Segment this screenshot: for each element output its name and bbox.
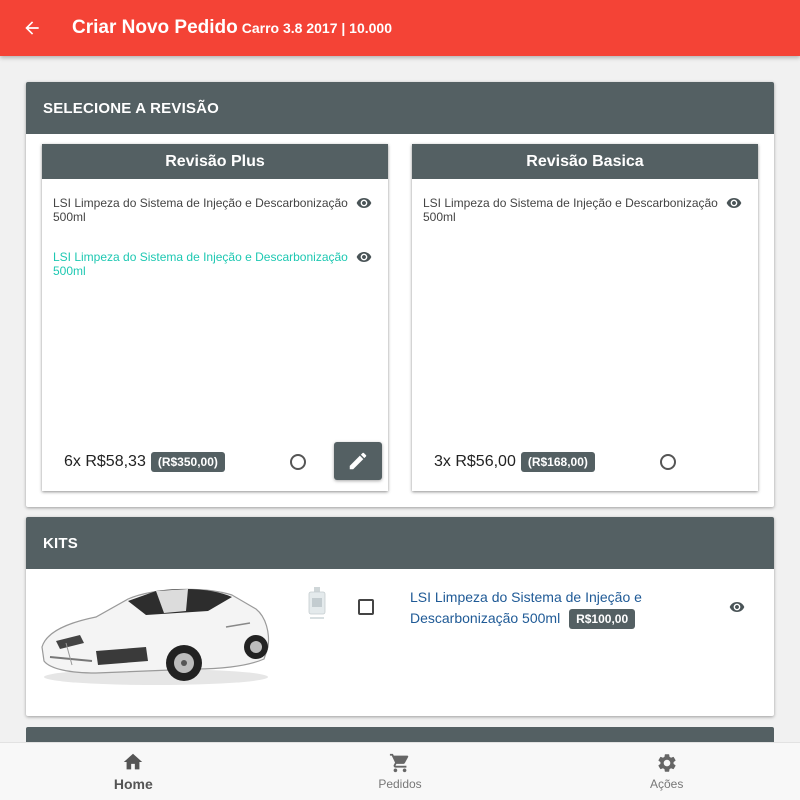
revisao-card-title: Revisão Plus — [42, 144, 388, 179]
revisao-card-title: Revisão Basica — [412, 144, 758, 179]
revisao-item-highlighted: LSI Limpeza do Sistema de Injeção e Desc… — [53, 250, 348, 278]
pencil-icon — [349, 452, 367, 470]
revisao-radio[interactable] — [290, 454, 306, 470]
total-badge: (R$168,00) — [520, 452, 595, 472]
revisao-item: LSI Limpeza do Sistema de Injeção e Desc… — [423, 196, 718, 224]
nav-acoes[interactable]: Ações — [533, 743, 800, 800]
nav-home[interactable]: Home — [0, 743, 267, 800]
kit-checkbox[interactable] — [358, 599, 374, 615]
installments-label: 3x R$56,00 — [434, 453, 516, 470]
back-button[interactable] — [12, 8, 52, 48]
revisao-card-plus: Revisão Plus LSI Limpeza do Sistema de I… — [42, 144, 388, 491]
kits-section: KITS LSI Limpeza do Sistema de Injeção e… — [26, 517, 774, 716]
nav-pedidos[interactable]: Pedidos — [267, 743, 534, 800]
total-badge: (R$350,00) — [150, 452, 225, 472]
eye-icon[interactable] — [353, 195, 375, 211]
app-bar: Criar Novo Pedido Carro 3.8 2017 | 10.000 — [0, 0, 800, 56]
car-image — [41, 588, 270, 685]
page-subtitle: Carro 3.8 2017 | 10.000 — [241, 20, 392, 36]
eye-icon[interactable] — [723, 195, 745, 211]
installments-label: 6x R$58,33 — [64, 453, 146, 470]
revisao-card-basica: Revisão Basica LSI Limpeza do Sistema de… — [412, 144, 758, 491]
kit-title: LSI Limpeza do Sistema de Injeção e Desc… — [410, 587, 670, 630]
page-title: Criar Novo Pedido Carro 3.8 2017 | 10.000 — [72, 17, 392, 38]
nav-home-label: Home — [113, 776, 153, 792]
edit-button[interactable] — [334, 442, 382, 480]
eye-icon[interactable] — [726, 599, 748, 615]
nav-acoes-label: Ações — [650, 777, 684, 791]
bottom-navigation: Home Pedidos Ações — [0, 742, 800, 800]
kit-price-badge: R$100,00 — [569, 609, 636, 629]
gear-icon — [658, 754, 676, 772]
revisao-section-header: SELECIONE A REVISÃO — [26, 82, 774, 134]
product-thumbnail — [308, 587, 326, 619]
kit-item: LSI Limpeza do Sistema de Injeção e Desc… — [26, 569, 774, 716]
nav-pedidos-label: Pedidos — [378, 777, 422, 791]
home-icon — [124, 753, 143, 770]
cart-icon — [389, 753, 409, 773]
revisao-radio[interactable] — [660, 454, 676, 470]
arrow-left-icon — [25, 21, 39, 35]
eye-icon[interactable] — [353, 249, 375, 265]
revisao-price: 6x R$58,33 (R$350,00) — [64, 452, 225, 472]
revisao-item: LSI Limpeza do Sistema de Injeção e Desc… — [53, 196, 348, 224]
revisao-price: 3x R$56,00 (R$168,00) — [434, 452, 595, 472]
kits-section-header: KITS — [26, 517, 774, 569]
